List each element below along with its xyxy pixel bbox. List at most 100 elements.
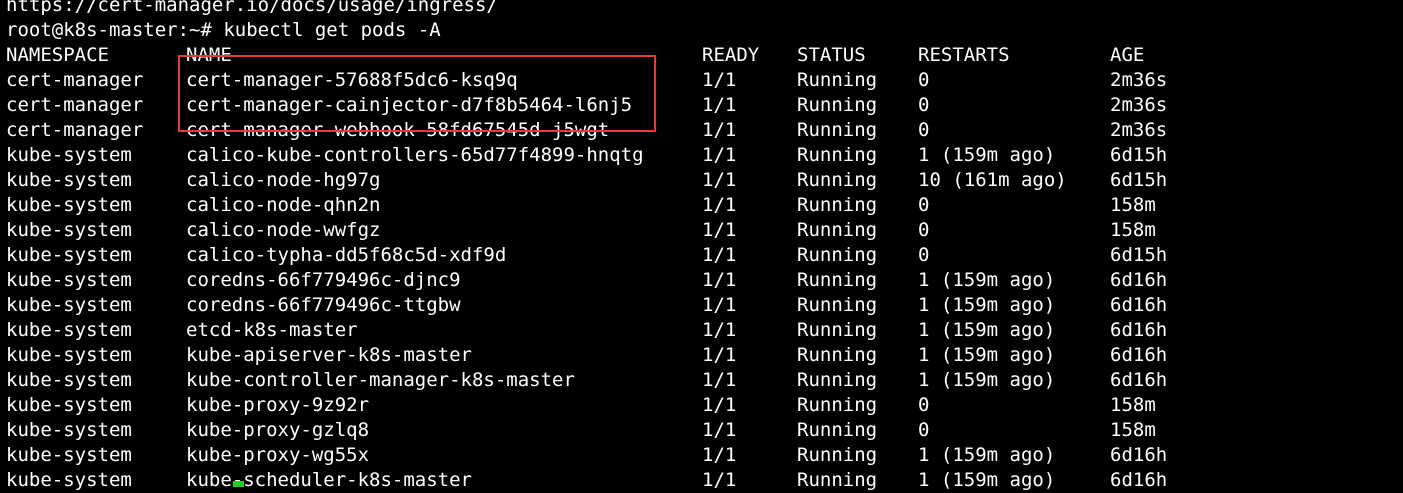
pod-namespace: kube-system bbox=[6, 294, 132, 316]
pod-name: calico-node-qhn2n bbox=[186, 194, 381, 216]
terminal-window[interactable]: https://cert-manager.io/docs/usage/ingre… bbox=[0, 0, 1403, 493]
pod-ready: 1/1 bbox=[702, 294, 737, 316]
pod-age: 2m36s bbox=[1110, 69, 1168, 91]
pod-name: kube-proxy-wg55x bbox=[186, 444, 370, 466]
pod-namespace: kube-system bbox=[6, 144, 132, 166]
pod-ready: 1/1 bbox=[702, 469, 737, 491]
pod-name: kube-controller-manager-k8s-master bbox=[186, 369, 575, 391]
pod-name: kube-apiserver-k8s-master bbox=[186, 344, 472, 366]
pod-ready: 1/1 bbox=[702, 344, 737, 366]
table-row: kube-system kube-controller-manager-k8s-m… bbox=[0, 368, 1403, 393]
pod-restarts: 0 bbox=[918, 419, 930, 441]
pod-namespace: kube-system bbox=[6, 369, 132, 391]
pod-age: 2m36s bbox=[1110, 119, 1168, 141]
pod-restarts: 0 bbox=[918, 219, 930, 241]
pod-name: cert-manager-cainjector-d7f8b5464-l6nj5 bbox=[186, 94, 633, 116]
pod-restarts: 0 bbox=[918, 194, 930, 216]
pod-ready: 1/1 bbox=[702, 394, 737, 416]
pod-ready: 1/1 bbox=[702, 169, 737, 191]
pod-list: cert-manager cert-manager-57688f5dc6-ksq9… bbox=[0, 68, 1403, 493]
pod-name: coredns-66f779496c-djnc9 bbox=[186, 269, 461, 291]
pod-age: 6d15h bbox=[1110, 244, 1168, 266]
column-header-namespace: NAMESPACE bbox=[6, 44, 109, 66]
pod-status: Running bbox=[797, 344, 878, 366]
pod-namespace: kube-system bbox=[6, 469, 132, 491]
terminal-cursor bbox=[233, 481, 244, 487]
pod-age: 158m bbox=[1110, 394, 1156, 416]
pod-status: Running bbox=[797, 394, 878, 416]
pod-age: 6d16h bbox=[1110, 344, 1168, 366]
pod-age: 6d16h bbox=[1110, 469, 1168, 491]
pod-status: Running bbox=[797, 469, 878, 491]
pod-name: etcd-k8s-master bbox=[186, 319, 358, 341]
pod-ready: 1/1 bbox=[702, 419, 737, 441]
pod-restarts: 1 (159m ago) bbox=[918, 344, 1056, 366]
pod-status: Running bbox=[797, 244, 878, 266]
pod-age: 158m bbox=[1110, 194, 1156, 216]
table-row: kube-system etcd-k8s-master 1/1 Running 1 (1… bbox=[0, 318, 1403, 343]
pod-namespace: kube-system bbox=[6, 219, 132, 241]
pod-name: calico-node-hg97g bbox=[186, 169, 381, 191]
table-row: kube-system kube-proxy-gzlq8 1/1 Running 0 15… bbox=[0, 418, 1403, 443]
pod-namespace: kube-system bbox=[6, 319, 132, 341]
previous-output-text: https://cert-manager.io/docs/usage/ingre… bbox=[6, 0, 498, 16]
pod-status: Running bbox=[797, 169, 878, 191]
pod-age: 6d15h bbox=[1110, 169, 1168, 191]
table-row: cert-manager cert-manager-webhook-58fd675… bbox=[0, 118, 1403, 143]
pod-status: Running bbox=[797, 94, 878, 116]
pod-restarts: 1 (159m ago) bbox=[918, 469, 1056, 491]
pod-ready: 1/1 bbox=[702, 69, 737, 91]
pod-name: cert-manager-webhook-58fd67545d-j5wgt bbox=[186, 119, 610, 141]
pod-ready: 1/1 bbox=[702, 94, 737, 116]
pod-restarts: 1 (159m ago) bbox=[918, 319, 1056, 341]
pod-name: coredns-66f779496c-ttgbw bbox=[186, 294, 461, 316]
pod-status: Running bbox=[797, 219, 878, 241]
pod-name: calico-typha-dd5f68c5d-xdf9d bbox=[186, 244, 507, 266]
pod-ready: 1/1 bbox=[702, 269, 737, 291]
pod-name: calico-node-wwfgz bbox=[186, 219, 381, 241]
pod-restarts: 0 bbox=[918, 394, 930, 416]
pod-ready: 1/1 bbox=[702, 144, 737, 166]
pod-age: 6d16h bbox=[1110, 369, 1168, 391]
pod-namespace: kube-system bbox=[6, 194, 132, 216]
table-row: kube-system calico-node-hg97g 1/1 Running 10… bbox=[0, 168, 1403, 193]
pod-restarts: 1 (159m ago) bbox=[918, 294, 1056, 316]
table-row: kube-system kube-proxy-wg55x 1/1 Running 1 (… bbox=[0, 443, 1403, 468]
pod-namespace: kube-system bbox=[6, 394, 132, 416]
pod-restarts: 0 bbox=[918, 69, 930, 91]
pod-name: kube-proxy-gzlq8 bbox=[186, 419, 370, 441]
pod-namespace: cert-manager bbox=[6, 69, 144, 91]
column-header-ready: READY bbox=[702, 44, 760, 66]
pod-restarts: 1 (159m ago) bbox=[918, 269, 1056, 291]
pod-namespace: kube-system bbox=[6, 444, 132, 466]
table-row: kube-system calico-node-wwfgz 1/1 Running 0 1… bbox=[0, 218, 1403, 243]
pod-status: Running bbox=[797, 369, 878, 391]
table-row: kube-system kube-proxy-9z92r 1/1 Running 0 15… bbox=[0, 393, 1403, 418]
pod-ready: 1/1 bbox=[702, 244, 737, 266]
pod-namespace: cert-manager bbox=[6, 94, 144, 116]
pod-namespace: kube-system bbox=[6, 244, 132, 266]
pod-status: Running bbox=[797, 269, 878, 291]
pod-age: 158m bbox=[1110, 219, 1156, 241]
pod-name: calico-kube-controllers-65d77f4899-hnqtg bbox=[186, 144, 644, 166]
table-row: kube-system calico-kube-controllers-65d77… bbox=[0, 143, 1403, 168]
column-header-age: AGE bbox=[1110, 44, 1145, 66]
table-row: kube-system kube-scheduler-k8s-master 1/1 R… bbox=[0, 468, 1403, 493]
pod-status: Running bbox=[797, 319, 878, 341]
pod-status: Running bbox=[797, 419, 878, 441]
pod-age: 158m bbox=[1110, 419, 1156, 441]
pod-age: 6d16h bbox=[1110, 294, 1168, 316]
pod-status: Running bbox=[797, 119, 878, 141]
pod-age: 6d16h bbox=[1110, 269, 1168, 291]
pod-restarts: 0 bbox=[918, 94, 930, 116]
previous-output-line: https://cert-manager.io/docs/usage/ingre… bbox=[0, 0, 1403, 18]
command-prompt-line: root@k8s-master:~# kubectl get pods -A bbox=[0, 18, 1403, 43]
pod-restarts: 0 bbox=[918, 119, 930, 141]
pod-ready: 1/1 bbox=[702, 319, 737, 341]
pod-ready: 1/1 bbox=[702, 119, 737, 141]
pod-namespace: kube-system bbox=[6, 269, 132, 291]
pod-restarts: 1 (159m ago) bbox=[918, 144, 1056, 166]
column-header-name: NAME bbox=[186, 44, 232, 66]
pod-namespace: cert-manager bbox=[6, 119, 144, 141]
table-row: cert-manager cert-manager-57688f5dc6-ksq9… bbox=[0, 68, 1403, 93]
